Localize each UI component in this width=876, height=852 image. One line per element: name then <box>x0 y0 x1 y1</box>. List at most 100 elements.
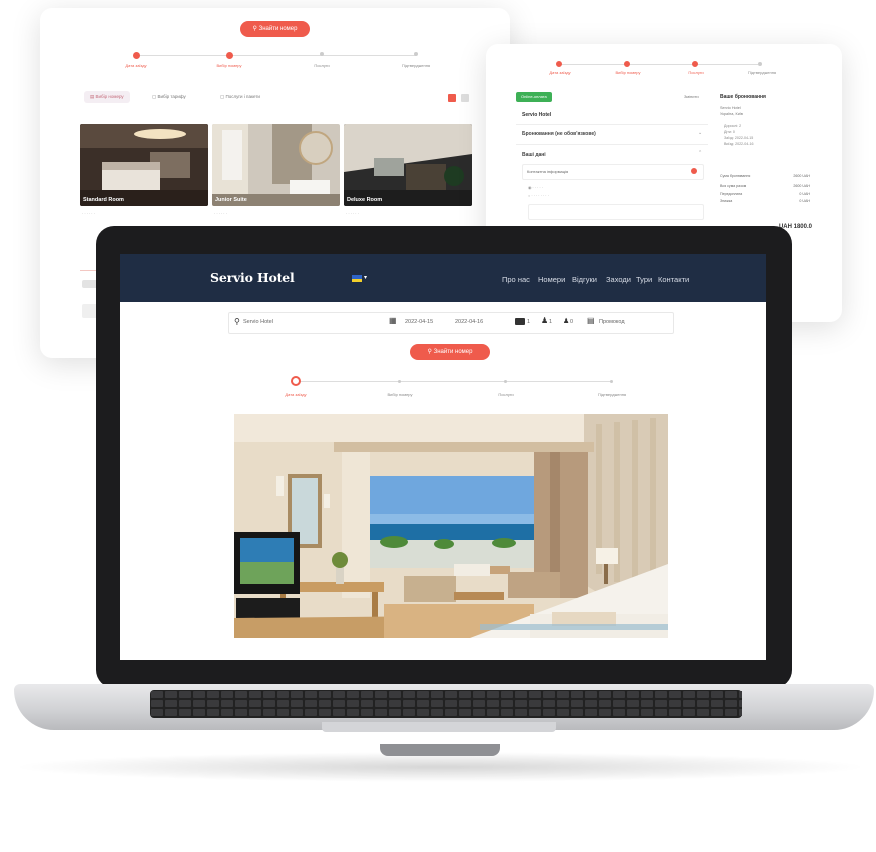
step-label: Підтвердження <box>597 392 627 397</box>
search-button[interactable]: ⚲ Знайти номер <box>240 21 310 37</box>
nav-about[interactable]: Про нас <box>502 275 530 284</box>
adult-icon: ♟ <box>541 316 549 325</box>
chevron-up-icon[interactable]: ⌃ <box>698 150 702 156</box>
step-label: Вибір номеру <box>387 392 413 397</box>
promo-icon: ▤ <box>587 316 595 325</box>
hotel-name: Servio Hotel <box>522 112 552 118</box>
chevron-down-icon[interactable]: ▾ <box>364 274 367 281</box>
room-meta: · · · · · · <box>346 212 359 216</box>
status-dot <box>691 168 697 174</box>
adults-count[interactable]: 1 <box>549 319 552 325</box>
summary-line: Україна, Київ <box>720 112 743 116</box>
steps-line <box>558 64 758 65</box>
language-flag-icon[interactable] <box>352 275 362 282</box>
online-payment-badge: Online-оплата <box>516 92 552 102</box>
divider <box>516 144 708 145</box>
laptop-shadow <box>10 752 870 782</box>
location-pin-icon: ⚲ <box>234 317 240 326</box>
contact-field[interactable]: Контактна інформація <box>522 164 704 180</box>
step-dot <box>133 52 140 59</box>
room-meta: · · · · · · <box>82 212 95 216</box>
search-button[interactable]: ⚲ Знайти номер <box>410 344 490 360</box>
tab-services[interactable]: ▢ Послуги і пакети <box>214 91 266 103</box>
date-out-field[interactable]: 2022-04-16 <box>455 319 483 325</box>
navbar: Servio Hotel ▾ Про нас Номери Відгуки За… <box>120 254 766 302</box>
calendar-icon[interactable]: ▦ <box>389 316 397 325</box>
children-count[interactable]: 0 <box>570 319 573 325</box>
step-dot-active <box>291 376 301 386</box>
step-label: Підтвердження <box>401 63 431 68</box>
room-name: Junior Suite <box>215 197 247 203</box>
nav-rooms[interactable]: Номери <box>538 275 565 284</box>
step-dot <box>320 52 324 56</box>
room-card[interactable]: Standard Room <box>80 124 208 206</box>
tab-rates[interactable]: ▢ Вибір тарифу <box>146 91 192 103</box>
nav-events[interactable]: Заходи <box>606 275 631 284</box>
price-value: 2600 UAH <box>793 174 810 178</box>
step-dot <box>398 380 401 383</box>
step-label: Вибір номеру <box>615 70 641 75</box>
search-bar: ⚲ Servio Hotel ▦ 2022-04-15 2022-04-16 1… <box>228 312 674 334</box>
step-label: Послуги <box>314 63 330 68</box>
field-row: ○ · · · · · · · · <box>528 194 549 198</box>
chevron-down-icon[interactable]: ⌄ <box>698 130 702 136</box>
steps-line <box>136 55 416 56</box>
summary-title: Ваше бронювання <box>720 94 766 100</box>
price-value: 0 UAH <box>799 192 810 196</box>
step-dot <box>610 380 613 383</box>
section-title[interactable]: Бронювання (не обов'язкове) <box>522 131 596 137</box>
nav-tours[interactable]: Тури <box>636 275 652 284</box>
room-card[interactable]: Deluxe Room <box>344 124 472 206</box>
laptop-hinge-notch <box>380 744 500 756</box>
room-name: Deluxe Room <box>347 197 383 203</box>
grid-view-icon[interactable] <box>448 94 456 102</box>
hotel-room-photo <box>234 414 668 638</box>
step-dot <box>692 61 698 67</box>
room-photo <box>212 124 340 206</box>
summary-line: Servio Hotel <box>720 106 741 110</box>
nav-reviews[interactable]: Відгуки <box>572 275 597 284</box>
child-icon: ♟ <box>563 318 570 325</box>
step-label: Послуги <box>688 70 704 75</box>
room-photo <box>344 124 472 206</box>
form-field[interactable] <box>528 204 704 220</box>
field-row: ◉ · · · · · <box>528 186 543 190</box>
summary-line: Дорослі: 2 <box>724 124 742 128</box>
step-dot <box>226 52 233 59</box>
nav-contacts[interactable]: Контакти <box>658 275 689 284</box>
step-label: Дата заїзду <box>125 63 147 68</box>
step-dot <box>556 61 562 67</box>
location-input[interactable]: Servio Hotel <box>243 319 273 325</box>
room-name: Standard Room <box>83 197 124 203</box>
step-label: Дата заїзду <box>285 392 307 397</box>
step-dot <box>414 52 418 56</box>
date-in-field[interactable]: 2022-04-15 <box>405 319 433 325</box>
price-label: Вся сума разом <box>720 184 747 188</box>
tab-rooms[interactable]: ▤ Вибір номеру <box>84 91 130 103</box>
price-value: 0 UAH <box>799 199 810 203</box>
step-label: Послуги <box>498 392 514 397</box>
step-dot <box>504 380 507 383</box>
rooms-count[interactable]: 1 <box>527 319 530 325</box>
section-title[interactable]: Ваші дані <box>522 152 546 158</box>
room-card[interactable]: Junior Suite <box>212 124 340 206</box>
keyboard <box>150 690 742 718</box>
step-label: Підтвердження <box>747 70 777 75</box>
step-label: Дата заїзду <box>549 70 571 75</box>
room-icon <box>515 318 525 325</box>
change-link[interactable]: Змінити <box>684 94 699 99</box>
site-logo[interactable]: Servio Hotel <box>210 270 295 285</box>
steps-line <box>296 381 612 382</box>
keyboard-keys <box>150 690 742 718</box>
summary-line: Виїзд: 2022-04-16 <box>724 142 754 146</box>
laptop-screen: Servio Hotel ▾ Про нас Номери Відгуки За… <box>120 254 766 660</box>
summary-line: Діти: 0 <box>724 130 735 134</box>
promo-input[interactable]: Промокод <box>599 319 625 325</box>
price-value: 2600 UAH <box>793 184 810 188</box>
room-photo <box>80 124 208 206</box>
price-label: Сума бронювання <box>720 174 751 178</box>
step-dot <box>758 62 762 66</box>
list-view-icon[interactable] <box>461 94 469 102</box>
price-label: Знижка <box>720 199 733 203</box>
step-label: Вибір номеру <box>216 63 242 68</box>
